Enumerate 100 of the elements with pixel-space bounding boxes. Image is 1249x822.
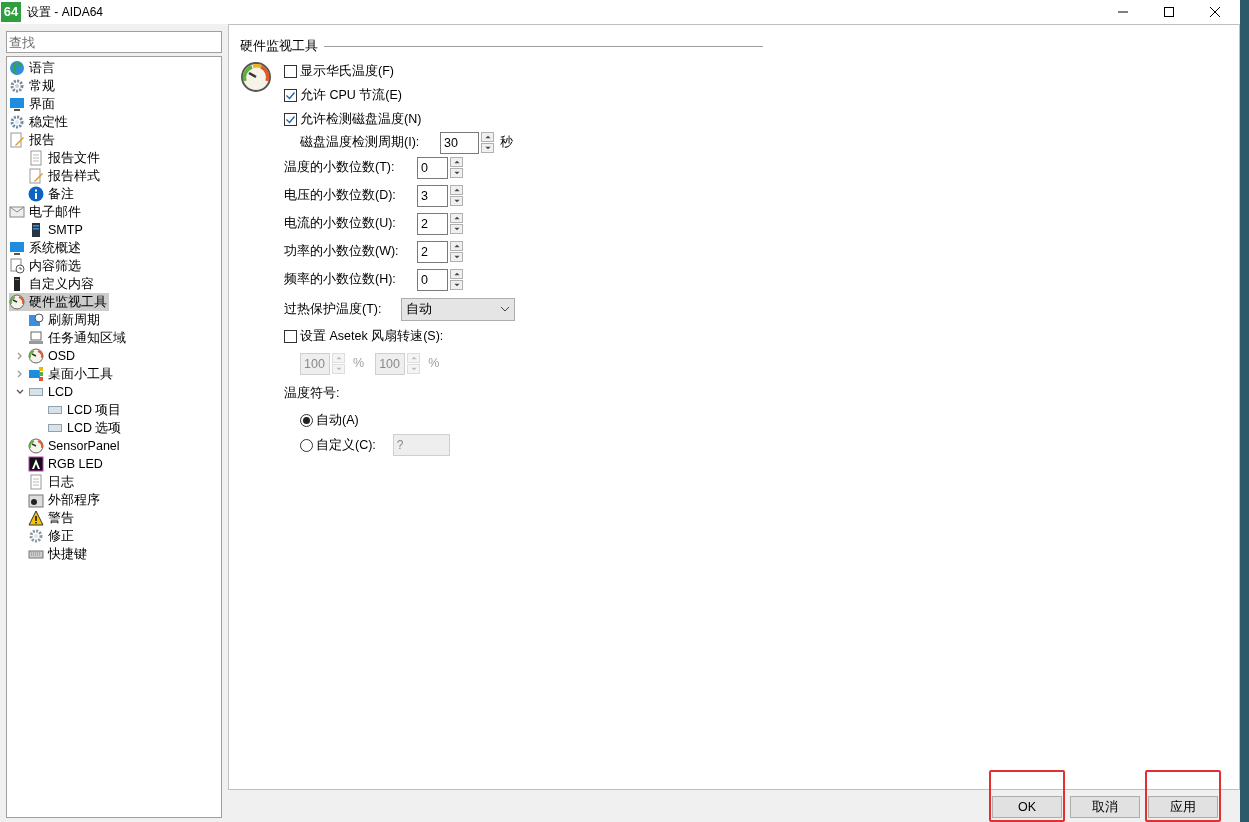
disk-drive-icon <box>28 492 44 508</box>
field-label: 过热保护温度(T): <box>284 300 383 318</box>
number-field[interactable]: 3 <box>417 184 448 207</box>
gear-icon <box>28 528 44 544</box>
tree-item[interactable]: 报告 <box>9 131 57 149</box>
radio-button[interactable] <box>300 413 313 427</box>
spin-up-button[interactable] <box>450 268 463 279</box>
tree-item[interactable]: 任务通知区域 <box>28 329 128 347</box>
laptop-icon <box>28 330 44 346</box>
warning-icon <box>28 510 44 526</box>
tree-item[interactable]: 警告 <box>28 509 76 527</box>
tree-item[interactable]: SensorPanel <box>28 437 122 455</box>
gear-icon <box>9 78 25 94</box>
field-label: 温度的小数位数(T): <box>284 159 396 177</box>
radio-button[interactable] <box>300 438 313 452</box>
rgb-tile-icon <box>28 456 44 472</box>
tree-item[interactable]: 自定义内容 <box>9 275 96 293</box>
spin-up-button[interactable] <box>481 131 494 142</box>
gauge-icon <box>240 60 272 93</box>
spin-down-button[interactable] <box>450 195 463 206</box>
tree-item[interactable]: LCD <box>28 383 75 401</box>
checkbox[interactable] <box>284 330 297 344</box>
dialog-button[interactable]: 应用 <box>1148 796 1218 818</box>
spin-up-button[interactable] <box>450 240 463 251</box>
number-field[interactable]: 30 <box>440 131 479 154</box>
spin-down-button[interactable] <box>450 251 463 262</box>
tree-item[interactable]: 备注 <box>28 185 76 203</box>
field-label: 频率的小数位数(H): <box>284 271 397 289</box>
tree-item[interactable]: 日志 <box>28 473 76 491</box>
unit-label: 秒 <box>500 134 513 152</box>
gear-icon <box>9 114 25 130</box>
section-title: 硬件监视工具 <box>240 38 318 55</box>
tree-item[interactable]: 桌面小工具 <box>28 365 115 383</box>
dialog-button[interactable]: 取消 <box>1070 796 1140 818</box>
tree-item[interactable]: 电子邮件 <box>9 203 83 221</box>
tree-item[interactable]: 快捷键 <box>28 545 89 563</box>
spin-down-button[interactable] <box>450 223 463 234</box>
envelope-icon <box>9 204 25 220</box>
number-field[interactable]: 0 <box>417 268 448 291</box>
info-icon <box>28 186 44 202</box>
tree-item[interactable]: LCD 项目 <box>47 401 124 419</box>
tree-item[interactable]: 外部程序 <box>28 491 102 509</box>
chevron-down-icon <box>500 306 510 313</box>
tree-item[interactable]: 内容筛选 <box>9 257 83 275</box>
search-field[interactable]: 查找 <box>6 31 222 53</box>
tree-item[interactable]: 稳定性 <box>9 113 70 131</box>
tree-item[interactable]: LCD 选项 <box>47 419 124 437</box>
monitor-gadget-icon <box>28 366 44 382</box>
tree-item[interactable]: RGB LED <box>28 455 105 473</box>
checkbox[interactable] <box>284 113 297 127</box>
gauge-icon <box>28 348 44 364</box>
checkbox[interactable] <box>284 65 297 79</box>
maximize-icon <box>1163 6 1175 18</box>
calendar-clock-icon <box>28 312 44 328</box>
spin-down-button[interactable] <box>481 142 494 153</box>
close-icon <box>1209 6 1221 18</box>
checkbox-label: 显示华氏温度(F) <box>300 63 394 81</box>
globe-icon <box>9 60 25 76</box>
checkbox[interactable] <box>284 89 297 103</box>
field-label: 功率的小数位数(W): <box>284 243 400 261</box>
tree-item[interactable]: 系统概述 <box>9 239 83 257</box>
tree-item[interactable]: 报告样式 <box>28 167 102 185</box>
app-logo: 64 <box>1 2 21 22</box>
spin-up-button[interactable] <box>450 212 463 223</box>
pencil-note-icon <box>9 132 25 148</box>
tree-item[interactable]: OSD <box>28 347 78 365</box>
checkbox-label: 设置 Asetek 风扇转速(S): <box>300 328 444 346</box>
tree-item[interactable]: 刷新周期 <box>28 311 102 329</box>
field-label: 电流的小数位数(U): <box>284 215 397 233</box>
gauge-icon <box>28 438 44 454</box>
document-icon <box>28 150 44 166</box>
dialog-button[interactable]: OK <box>992 796 1062 818</box>
spin-up-button[interactable] <box>450 156 463 167</box>
spin-down-button[interactable] <box>450 167 463 178</box>
tree-item[interactable]: 常规 <box>9 77 57 95</box>
number-field[interactable]: 0 <box>417 156 448 179</box>
checkbox-label: 允许检测磁盘温度(N) <box>300 111 422 129</box>
number-field[interactable]: 2 <box>417 212 448 235</box>
unit-label: % <box>353 355 365 373</box>
tree-item[interactable]: 修正 <box>28 527 76 545</box>
field-label: 电压的小数位数(D): <box>284 187 397 205</box>
spin-up-button[interactable] <box>450 184 463 195</box>
window-title: 设置 - AIDA64 <box>27 4 104 21</box>
tree-item[interactable]: SMTP <box>28 221 85 239</box>
dropdown[interactable]: 自动 <box>401 297 515 321</box>
group-label: 温度符号: <box>284 384 340 402</box>
clock-page-icon <box>9 258 25 274</box>
document-icon <box>28 474 44 490</box>
tree-item[interactable]: 硬件监视工具 <box>9 293 109 311</box>
monitor-icon <box>9 96 25 112</box>
radio-label: 自动(A) <box>316 411 359 429</box>
number-field[interactable]: 2 <box>417 240 448 263</box>
tree-item[interactable]: 报告文件 <box>28 149 102 167</box>
spin-down-button[interactable] <box>450 279 463 290</box>
field-label: 磁盘温度检测周期(I): <box>300 134 421 152</box>
checkbox-label: 允许 CPU 节流(E) <box>300 87 402 105</box>
gauge-icon <box>9 294 25 310</box>
tree-item[interactable]: 语言 <box>9 59 57 77</box>
pencil-note-icon <box>28 168 44 184</box>
tree-item[interactable]: 界面 <box>9 95 57 113</box>
